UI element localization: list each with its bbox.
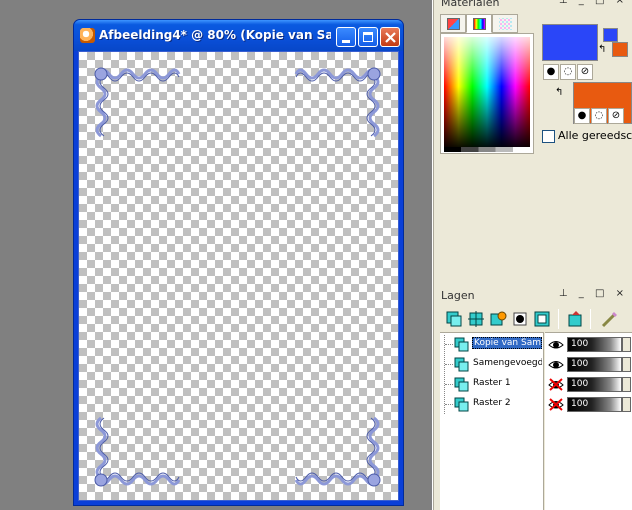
opacity-spinner[interactable] xyxy=(622,397,631,412)
psp-app-icon[interactable] xyxy=(80,28,95,43)
tree-connector xyxy=(444,335,453,354)
tab-rainbow[interactable] xyxy=(466,14,492,33)
materials-tabs xyxy=(440,14,530,33)
dock-splitter[interactable] xyxy=(432,0,434,510)
minimize-icon xyxy=(342,40,350,43)
tab-swatches[interactable] xyxy=(492,14,518,33)
layer-properties-icon[interactable] xyxy=(600,309,620,329)
layer-name[interactable]: Samengevoegd xyxy=(472,358,542,368)
raster-layer-icon xyxy=(454,337,469,352)
promote-layer-icon[interactable] xyxy=(566,309,586,329)
layer-name[interactable]: Kopie van Samengevoegd xyxy=(472,337,542,349)
toolbar-separator xyxy=(558,309,559,329)
layers-list: Kopie van Samengevoegd Samengevoegd Rast… xyxy=(440,332,544,510)
opacity-slider[interactable]: 100 xyxy=(567,377,622,392)
eye-hidden-icon[interactable] xyxy=(548,378,564,391)
document-title: Afbeelding4* @ 80% (Kopie van Sa... xyxy=(99,28,331,42)
opacity-slider[interactable]: 100 xyxy=(567,397,622,412)
all-tools-checkbox[interactable] xyxy=(542,130,555,143)
new-adjustment-layer-icon[interactable] xyxy=(532,309,552,329)
corner-ornament-top-left xyxy=(94,67,181,138)
solid-color-icon[interactable]: ● xyxy=(574,108,590,124)
mini-foreground-swatch[interactable] xyxy=(603,28,618,42)
layers-toolbar xyxy=(440,306,632,332)
opacity-spinner[interactable] xyxy=(622,377,631,392)
layers-panel-title: Lagen xyxy=(441,289,475,302)
grayscale-strip[interactable] xyxy=(444,147,530,152)
document-window[interactable]: Afbeelding4* @ 80% (Kopie van Sa... xyxy=(73,19,404,506)
spectrum-highlight xyxy=(444,37,530,147)
raster-layer-icon xyxy=(454,397,469,412)
image-canvas[interactable] xyxy=(78,51,399,501)
swatches-tab-icon xyxy=(499,18,512,30)
layers-properties-column: 100 100 100 100 xyxy=(545,332,632,510)
new-mask-layer-icon[interactable] xyxy=(510,309,530,329)
tree-connector xyxy=(444,355,453,374)
opacity-value: 100 xyxy=(571,399,589,409)
close-button[interactable] xyxy=(380,27,400,47)
none-icon[interactable]: ⊘ xyxy=(608,108,624,124)
minimize-button[interactable] xyxy=(336,27,356,47)
opacity-spinner[interactable] xyxy=(622,357,631,372)
swap-colors-icon[interactable]: ↰ xyxy=(555,87,563,98)
materials-panel-header[interactable]: Materialen ⊥ _ □ × xyxy=(439,0,632,10)
all-tools-label: Alle gereedschap xyxy=(558,129,632,142)
layers-panel-header[interactable]: Lagen ⊥ _ □ × xyxy=(439,288,632,303)
tab-frames[interactable] xyxy=(440,14,466,33)
layer-props-row: 100 xyxy=(545,375,632,394)
layer-props-row: 100 xyxy=(545,395,632,414)
layer-name[interactable]: Raster 2 xyxy=(472,398,542,408)
opacity-spinner[interactable] xyxy=(622,337,631,352)
swap-colors-icon[interactable]: ↰ xyxy=(598,44,606,55)
corner-ornament-bottom-right xyxy=(294,416,381,487)
close-icon xyxy=(385,32,396,43)
eye-icon[interactable] xyxy=(548,358,564,371)
maximize-button[interactable] xyxy=(358,27,378,47)
layer-props-row: 100 xyxy=(545,335,632,354)
eye-icon[interactable] xyxy=(548,338,564,351)
gradient-icon[interactable]: ◌ xyxy=(560,64,576,80)
solid-color-icon[interactable]: ● xyxy=(543,64,559,80)
panel-controls[interactable]: ⊥ _ □ × xyxy=(559,288,628,299)
eye-hidden-icon[interactable] xyxy=(548,398,564,411)
background-style-tools: ● ◌ ⊘ xyxy=(574,108,625,125)
tree-connector xyxy=(444,395,453,414)
layer-row[interactable]: Samengevoegd xyxy=(440,355,544,374)
materials-panel-title: Materialen xyxy=(441,0,500,9)
raster-layer-icon xyxy=(454,357,469,372)
maximize-icon xyxy=(363,32,373,42)
opacity-value: 100 xyxy=(571,379,589,389)
tree-connector xyxy=(444,375,453,394)
panel-controls[interactable]: ⊥ _ □ × xyxy=(559,0,628,6)
layer-row[interactable]: Kopie van Samengevoegd xyxy=(440,335,544,354)
mini-background-swatch[interactable] xyxy=(612,42,628,57)
layer-row[interactable]: Raster 2 xyxy=(440,395,544,414)
new-vector-layer-icon[interactable] xyxy=(466,309,486,329)
toolbar-separator xyxy=(590,309,591,329)
layer-props-row: 100 xyxy=(545,355,632,374)
corner-ornament-bottom-left xyxy=(94,416,181,487)
opacity-slider[interactable]: 100 xyxy=(567,357,622,372)
foreground-color-swatch[interactable] xyxy=(542,24,598,61)
frames-tab-icon xyxy=(447,18,460,30)
none-icon[interactable]: ⊘ xyxy=(577,64,593,80)
foreground-style-tools: ● ◌ ⊘ xyxy=(543,64,594,81)
opacity-value: 100 xyxy=(571,359,589,369)
new-raster-layer-icon[interactable] xyxy=(444,309,464,329)
rainbow-tab-icon xyxy=(473,18,486,30)
layer-name[interactable]: Raster 1 xyxy=(472,378,542,388)
layer-row[interactable]: Raster 1 xyxy=(440,375,544,394)
raster-layer-icon xyxy=(454,377,469,392)
new-art-media-layer-icon[interactable] xyxy=(488,309,508,329)
gradient-icon[interactable]: ◌ xyxy=(591,108,607,124)
opacity-value: 100 xyxy=(571,339,589,349)
opacity-slider[interactable]: 100 xyxy=(567,337,622,352)
corner-ornament-top-right xyxy=(294,67,381,138)
document-titlebar[interactable]: Afbeelding4* @ 80% (Kopie van Sa... xyxy=(74,20,403,51)
color-spectrum-box[interactable] xyxy=(440,33,534,154)
